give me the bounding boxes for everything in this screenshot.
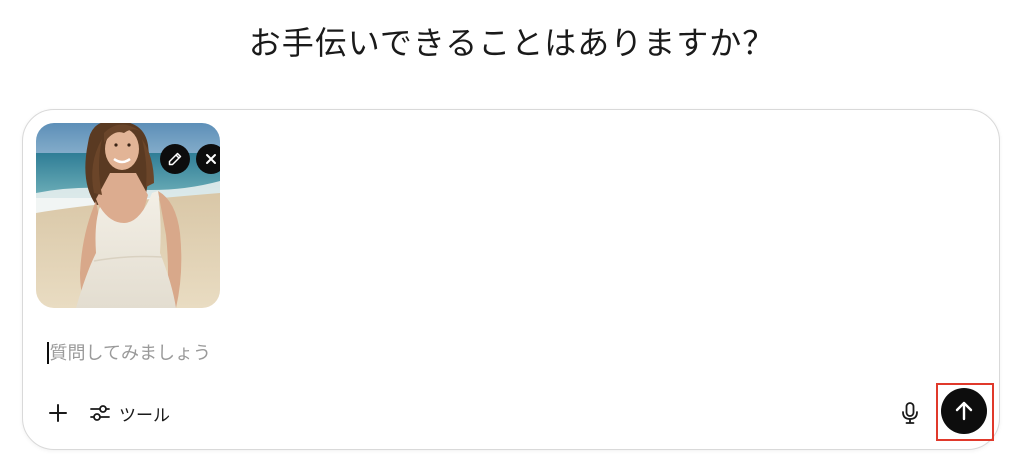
page-title: お手伝いできることはありますか？ — [248, 24, 776, 62]
tools-label: ツール — [119, 405, 170, 426]
chat-home: お手伝いできることはありますか？ 質問してみましょう ツール — [0, 0, 1024, 473]
close-icon — [206, 154, 216, 164]
attached-image — [36, 123, 220, 308]
add-attachment-button[interactable] — [43, 398, 73, 428]
arrow-up-icon — [955, 401, 973, 421]
composer-toolbar: ツール — [43, 398, 170, 428]
pencil-icon — [168, 152, 182, 166]
prompt-input[interactable] — [49, 342, 910, 364]
sliders-icon — [90, 405, 110, 421]
send-button[interactable] — [941, 388, 987, 434]
remove-image-button[interactable] — [196, 144, 220, 174]
attached-image-thumbnail[interactable] — [36, 123, 220, 308]
microphone-icon — [902, 402, 918, 424]
prompt-field — [47, 339, 947, 367]
voice-input-button[interactable] — [895, 398, 925, 428]
text-caret — [47, 342, 49, 364]
tools-button[interactable]: ツール — [89, 401, 170, 426]
prompt-composer: ツール — [22, 109, 1000, 450]
edit-image-button[interactable] — [160, 144, 190, 174]
plus-icon — [49, 404, 67, 422]
